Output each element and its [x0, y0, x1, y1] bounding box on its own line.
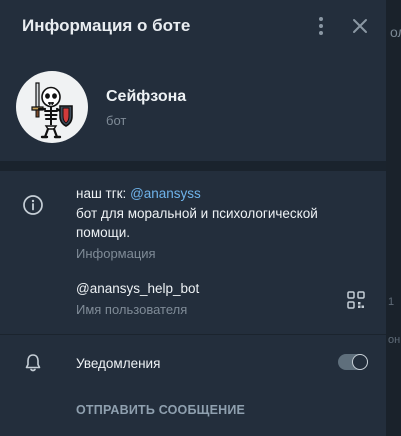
section-separator	[0, 161, 386, 171]
bot-info-panel: Информация о боте Сейфзона бот наш тгк: …	[0, 0, 386, 436]
username-label: Имя пользователя	[76, 302, 188, 317]
background-text-fragment: он	[388, 334, 401, 346]
background-text-fragment: 1	[388, 296, 395, 308]
send-message-button[interactable]: ОТПРАВИТЬ СООБЩЕНИЕ	[76, 403, 245, 417]
bio-line-2: бот для моральной и психологической	[76, 206, 318, 221]
skeleton-knight-avatar[interactable]	[16, 71, 88, 143]
toggle-knob	[352, 354, 368, 370]
bell-icon	[22, 352, 44, 374]
notifications-toggle[interactable]	[338, 354, 368, 370]
notifications-label: Уведомления	[76, 356, 161, 371]
close-icon[interactable]	[349, 15, 371, 37]
bio-line-1: наш тгк: @anansyss	[76, 186, 201, 201]
bot-type-label: бот	[106, 113, 127, 128]
qr-code-icon[interactable]	[346, 290, 366, 310]
section-divider	[0, 334, 386, 335]
bio-line-3: помощи.	[76, 225, 131, 240]
bio-label: Информация	[76, 246, 156, 261]
background-chat-strip: ол 1 он	[386, 0, 401, 436]
more-vertical-icon[interactable]	[310, 14, 332, 38]
bio-prefix: наш тгк:	[76, 186, 131, 201]
background-text-fragment: ол	[390, 24, 401, 40]
panel-title: Информация о боте	[22, 16, 191, 35]
channel-link[interactable]: @anansyss	[130, 186, 201, 201]
bot-name: Сейфзона	[106, 88, 187, 105]
panel-header: Информация о боте	[0, 0, 386, 52]
info-icon	[22, 194, 44, 216]
username-value[interactable]: @anansys_help_bot	[76, 281, 199, 296]
